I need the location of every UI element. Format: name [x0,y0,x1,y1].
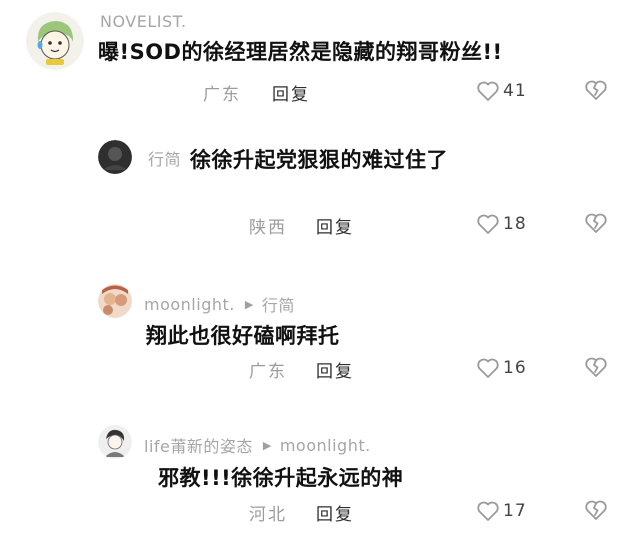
comment-item: moonlight. ▶ 行简 翔此也很好磕啊拜托 广东 回复 16 [0,280,634,418]
reply-to-name[interactable]: 行简 [262,292,295,316]
comment-author[interactable]: NOVELIST. [100,12,187,31]
comment-text: 邪教!!!徐徐升起永远的神 [158,466,404,490]
like-button[interactable]: 17 [476,500,527,522]
comment-author: moonlight. ▶ 行简 [144,292,295,316]
reply-button[interactable]: 回复 [316,500,354,525]
author-name[interactable]: NOVELIST. [100,12,187,31]
heart-outline-icon [477,81,499,101]
comment-author: life莆新的姿态 ▶ moonlight. [144,433,371,457]
triangle-right-icon: ▶ [244,297,254,311]
comment-text: 曝!SOD的徐经理居然是隐藏的翔哥粉丝!! [98,40,503,64]
heart-outline-icon [477,358,499,378]
dislike-button[interactable] [584,355,608,379]
author-name[interactable]: moonlight. [144,295,235,314]
reply-button[interactable]: 回复 [272,80,310,105]
dislike-button[interactable] [584,498,608,522]
dislike-button[interactable] [584,211,608,235]
comment-item: NOVELIST. 曝!SOD的徐经理居然是隐藏的翔哥粉丝!! 广东 回复 41 [0,0,634,138]
comment-item: 行简 徐徐升起党狠狠的难过住了 陕西 回复 18 [0,138,634,276]
dislike-button[interactable] [584,78,608,102]
comment-text: 翔此也很好磕啊拜托 [146,324,340,348]
comment-location: 广东 [203,85,241,105]
comment-text: 徐徐升起党狠狠的难过住了 [190,148,448,172]
avatar[interactable] [26,12,84,70]
reply-button[interactable]: 回复 [316,357,354,382]
comment-author[interactable]: 行简 [148,146,181,170]
heart-outline-icon [477,214,499,234]
broken-heart-icon [585,213,607,233]
like-count: 18 [503,214,527,234]
author-name[interactable]: 行简 [148,146,181,170]
like-button[interactable]: 16 [476,357,527,379]
comment-location: 广东 [249,362,287,382]
heart-outline-icon [477,501,499,521]
comment-location: 河北 [249,505,287,525]
avatar[interactable] [98,140,132,174]
broken-heart-icon [585,500,607,520]
like-button[interactable]: 18 [476,213,527,235]
like-count: 41 [503,81,527,101]
reply-button[interactable]: 回复 [316,213,354,238]
comment-location: 陕西 [249,218,287,238]
triangle-right-icon: ▶ [262,438,272,452]
avatar[interactable] [98,425,132,459]
avatar[interactable] [98,284,132,318]
like-count: 17 [503,501,527,521]
comment-item: life莆新的姿态 ▶ moonlight. 邪教!!!徐徐升起永远的神 河北 … [0,420,634,558]
reply-to-name[interactable]: moonlight. [280,436,371,455]
like-count: 16 [503,358,527,378]
broken-heart-icon [585,357,607,377]
broken-heart-icon [585,80,607,100]
like-button[interactable]: 41 [476,80,527,102]
author-name[interactable]: life莆新的姿态 [144,433,253,457]
